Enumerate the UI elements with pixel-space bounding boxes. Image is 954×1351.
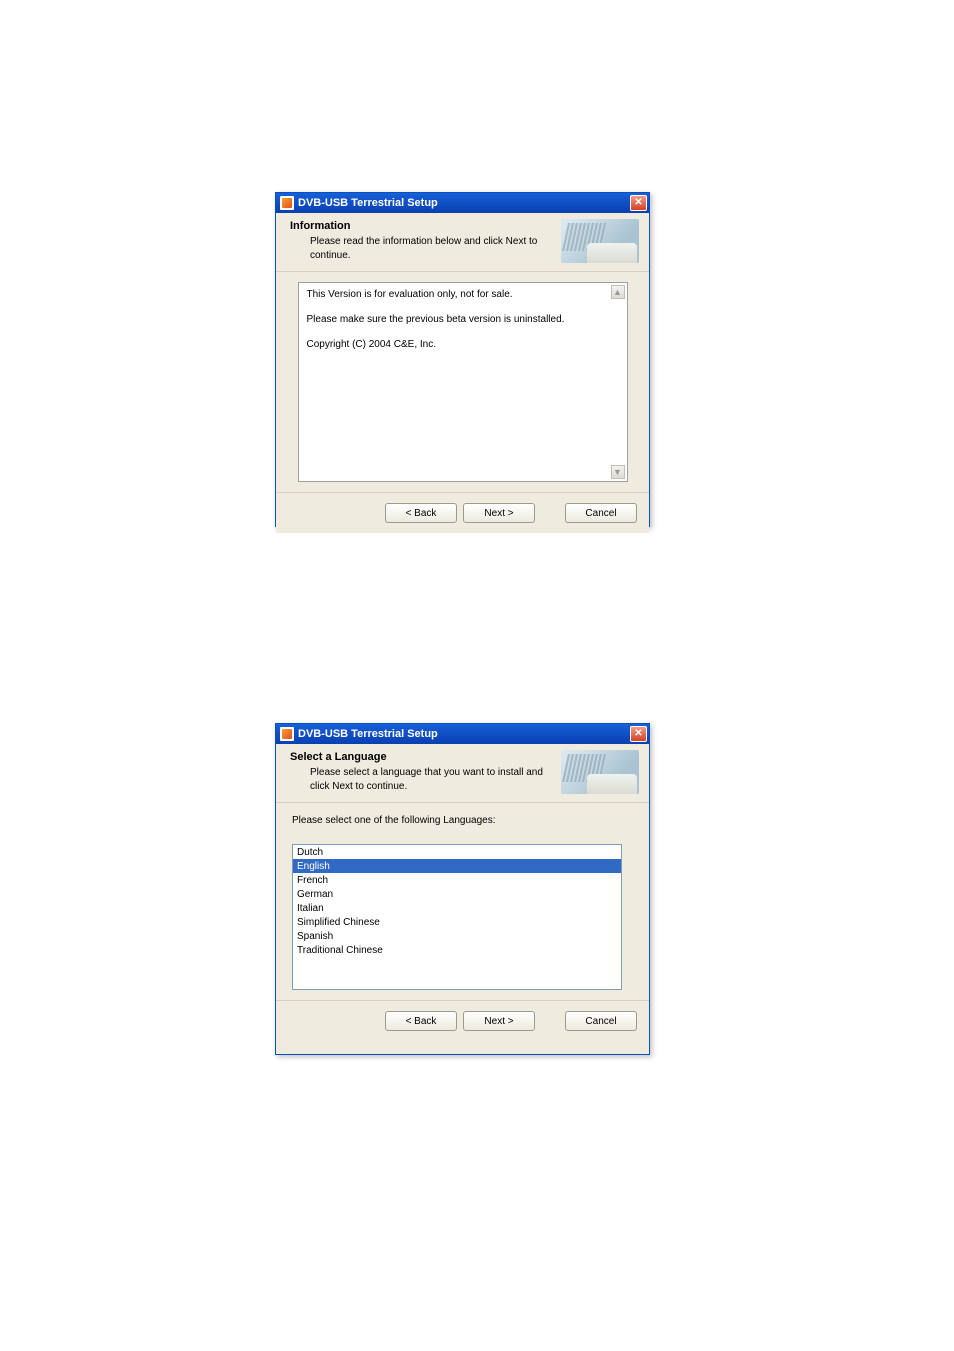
back-button[interactable]: < Back (385, 503, 457, 523)
next-button[interactable]: Next > (463, 503, 535, 523)
app-icon (280, 727, 294, 741)
cancel-button[interactable]: Cancel (565, 503, 637, 523)
language-option-simplified-chinese[interactable]: Simplified Chinese (293, 915, 621, 929)
close-icon: ✕ (634, 729, 642, 739)
cancel-button[interactable]: Cancel (565, 1011, 637, 1031)
info-line: This Version is for evaluation only, not… (307, 289, 619, 300)
next-button[interactable]: Next > (463, 1011, 535, 1031)
language-prompt: Please select one of the following Langu… (292, 815, 633, 826)
language-option-traditional-chinese[interactable]: Traditional Chinese (293, 943, 621, 957)
header-subtitle: Please read the information below and cl… (290, 235, 557, 262)
wizard-buttons: < Back Next > Cancel (276, 492, 649, 533)
language-listbox[interactable]: Dutch English French German Italian Simp… (292, 844, 622, 990)
language-option-german[interactable]: German (293, 887, 621, 901)
window-title: DVB-USB Terrestrial Setup (298, 197, 630, 209)
wizard-buttons: < Back Next > Cancel (276, 1000, 649, 1041)
button-spacer (541, 503, 559, 523)
wizard-header: Select a Language Please select a langua… (276, 744, 649, 802)
header-text-block: Information Please read the information … (290, 220, 561, 262)
header-title: Information (290, 220, 557, 232)
scroll-up-icon[interactable]: ▲ (611, 285, 625, 299)
setup-dialog-language: DVB-USB Terrestrial Setup ✕ Select a Lan… (275, 723, 650, 1055)
app-icon (280, 196, 294, 210)
language-option-spanish[interactable]: Spanish (293, 929, 621, 943)
wizard-body: This Version is for evaluation only, not… (276, 271, 649, 492)
header-graphic-icon (561, 219, 639, 263)
close-button[interactable]: ✕ (630, 195, 647, 211)
language-option-dutch[interactable]: Dutch (293, 845, 621, 859)
window-title: DVB-USB Terrestrial Setup (298, 728, 630, 740)
back-button[interactable]: < Back (385, 1011, 457, 1031)
close-button[interactable]: ✕ (630, 726, 647, 742)
titlebar[interactable]: DVB-USB Terrestrial Setup ✕ (276, 193, 649, 213)
scroll-down-icon[interactable]: ▼ (611, 465, 625, 479)
close-icon: ✕ (634, 198, 642, 208)
header-subtitle: Please select a language that you want t… (290, 766, 557, 793)
info-line: Copyright (C) 2004 C&E, Inc. (307, 339, 619, 350)
titlebar[interactable]: DVB-USB Terrestrial Setup ✕ (276, 724, 649, 744)
header-title: Select a Language (290, 751, 557, 763)
wizard-header: Information Please read the information … (276, 213, 649, 271)
button-spacer (541, 1011, 559, 1031)
setup-dialog-information: DVB-USB Terrestrial Setup ✕ Information … (275, 192, 650, 527)
header-text-block: Select a Language Please select a langua… (290, 751, 561, 793)
info-line: Please make sure the previous beta versi… (307, 314, 619, 325)
language-option-french[interactable]: French (293, 873, 621, 887)
information-textbox[interactable]: This Version is for evaluation only, not… (298, 282, 628, 482)
wizard-body: Please select one of the following Langu… (276, 802, 649, 1000)
header-graphic-icon (561, 750, 639, 794)
language-option-english[interactable]: English (293, 859, 621, 873)
language-option-italian[interactable]: Italian (293, 901, 621, 915)
